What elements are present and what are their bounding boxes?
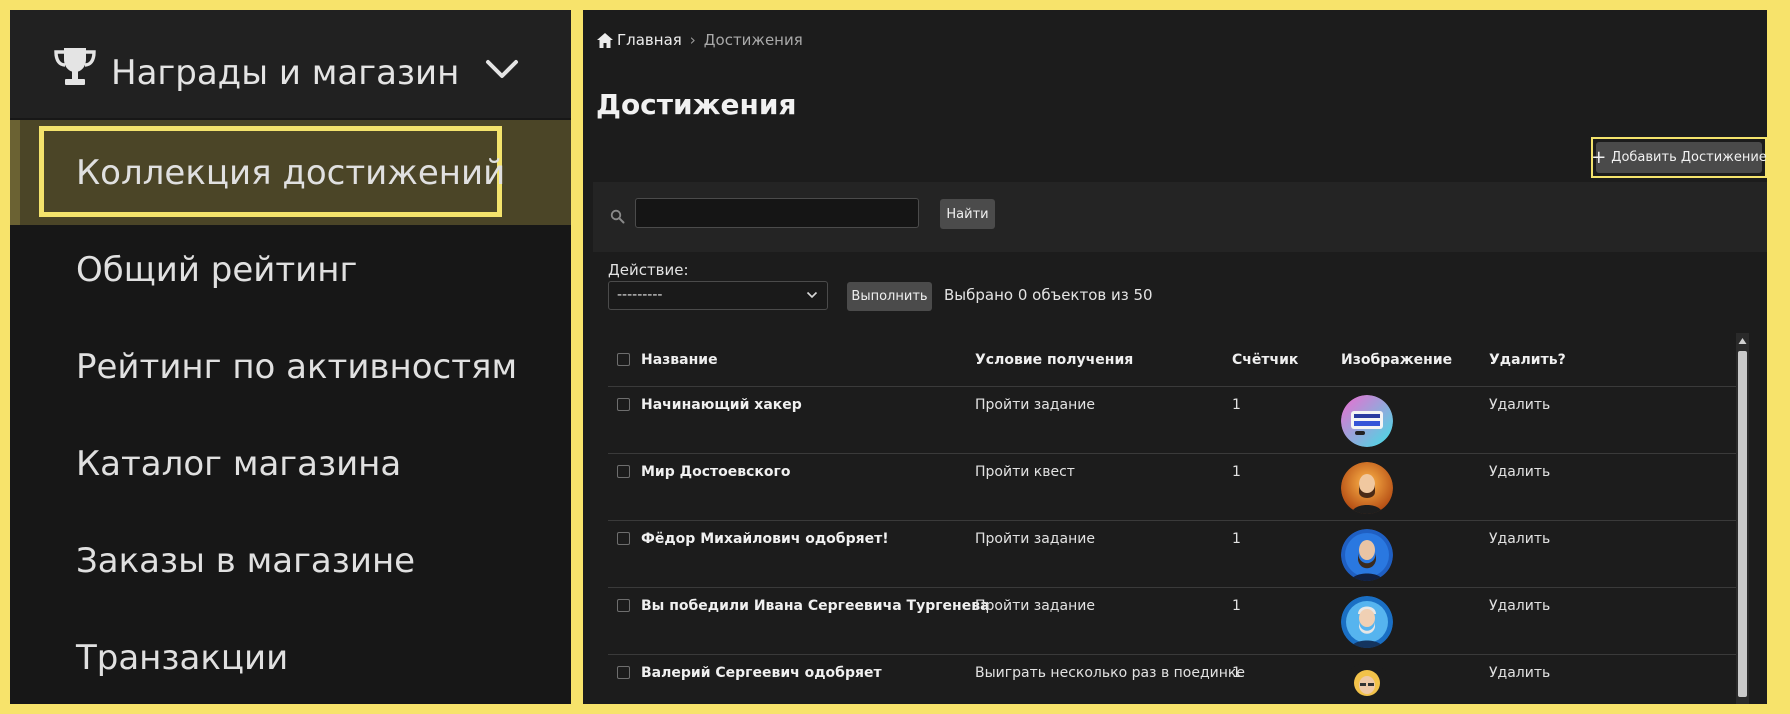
table-row: Валерий Сергеевич одобряет Выиграть неск…: [608, 655, 1736, 704]
row-checkbox[interactable]: [617, 398, 630, 411]
breadcrumb-separator: ›: [689, 31, 696, 49]
sidebar: Награды и магазин Коллекция достижений О…: [10, 10, 571, 704]
page-title: Достижения: [596, 88, 797, 121]
sidebar-group-title: Награды и магазин: [111, 53, 460, 93]
delete-link[interactable]: Удалить: [1489, 397, 1550, 413]
achievement-condition: Выиграть несколько раз в поединке: [975, 665, 1245, 681]
column-header-image: Изображение: [1341, 352, 1453, 368]
achievement-image-dostoevsky-world: [1341, 462, 1393, 514]
achievement-condition: Пройти квест: [975, 464, 1075, 480]
scrollbar-thumb[interactable]: [1738, 351, 1747, 697]
action-label: Действие:: [608, 261, 689, 279]
search-input[interactable]: [635, 198, 919, 228]
action-select-value: ---------: [617, 287, 663, 303]
achievement-name-link[interactable]: Мир Достоевского: [641, 464, 790, 480]
column-header-condition[interactable]: Условие получения: [975, 352, 1133, 368]
sidebar-active-accent: [10, 120, 20, 225]
add-achievement-label: Добавить Достижение: [1611, 150, 1767, 165]
achievement-counter: 1: [1232, 598, 1241, 614]
main-content: Главная › Достижения Достижения + Добави…: [583, 10, 1767, 704]
trophy-icon: [54, 48, 96, 85]
sidebar-item-shop-catalog[interactable]: Каталог магазина: [76, 434, 401, 494]
breadcrumb-current: Достижения: [703, 31, 803, 49]
achievement-name-link[interactable]: Начинающий хакер: [641, 397, 802, 413]
table-row: Фёдор Михайлович одобряет! Пройти задани…: [608, 521, 1736, 588]
achievement-image-hacker: [1341, 395, 1393, 447]
delete-link[interactable]: Удалить: [1489, 598, 1550, 614]
achievements-table: Название Условие получения Счётчик Изобр…: [608, 333, 1749, 704]
column-header-delete: Удалить?: [1489, 352, 1566, 368]
add-achievement-button[interactable]: + Добавить Достижение: [1591, 142, 1767, 173]
table-row: Вы победили Ивана Сергеевича Тургенева П…: [608, 588, 1736, 655]
row-checkbox[interactable]: [617, 599, 630, 612]
search-bar: Найти: [593, 182, 1767, 252]
achievement-image-dostoevsky-approves: [1341, 529, 1393, 581]
table-header: Название Условие получения Счётчик Изобр…: [608, 333, 1736, 387]
sidebar-item-overall-rating[interactable]: Общий рейтинг: [76, 240, 357, 300]
achievement-counter: 1: [1232, 665, 1241, 681]
action-select[interactable]: ---------: [608, 281, 828, 310]
column-header-counter[interactable]: Счётчик: [1232, 352, 1298, 368]
achievement-counter: 1: [1232, 397, 1241, 413]
achievement-image-turgenev: [1341, 596, 1393, 648]
breadcrumb-home-link[interactable]: Главная: [617, 31, 682, 49]
chevron-down-icon[interactable]: [483, 56, 521, 82]
sidebar-item-activity-rating[interactable]: Рейтинг по активностям: [76, 337, 517, 397]
table-row: Мир Достоевского Пройти квест 1 Удалить: [608, 454, 1736, 521]
delete-link[interactable]: Удалить: [1489, 464, 1550, 480]
delete-link[interactable]: Удалить: [1489, 665, 1550, 681]
table-scrollbar[interactable]: [1736, 333, 1749, 704]
sidebar-group-rewards-shop[interactable]: Награды и магазин: [10, 10, 571, 118]
delete-link[interactable]: Удалить: [1489, 531, 1550, 547]
search-button[interactable]: Найти: [940, 199, 995, 229]
achievement-condition: Пройти задание: [975, 397, 1095, 413]
search-icon: [610, 209, 625, 224]
table-row: Начинающий хакер Пройти задание 1 Удалит…: [608, 387, 1736, 454]
sidebar-item-transactions[interactable]: Транзакции: [76, 628, 288, 688]
sidebar-item-achievements-collection[interactable]: Коллекция достижений: [76, 143, 505, 203]
sidebar-item-shop-orders[interactable]: Заказы в магазине: [76, 531, 415, 591]
breadcrumb: Главная › Достижения: [596, 30, 803, 50]
run-action-button[interactable]: Выполнить: [847, 282, 932, 311]
row-checkbox[interactable]: [617, 465, 630, 478]
add-button-highlight: + Добавить Достижение: [1591, 137, 1767, 178]
achievement-condition: Пройти задание: [975, 531, 1095, 547]
achievement-name-link[interactable]: Вы победили Ивана Сергеевича Тургенева: [641, 598, 990, 614]
select-all-checkbox[interactable]: [617, 353, 630, 366]
row-checkbox[interactable]: [617, 532, 630, 545]
achievement-condition: Пройти задание: [975, 598, 1095, 614]
achievement-name-link[interactable]: Фёдор Михайлович одобряет!: [641, 531, 889, 547]
selected-count: Выбрано 0 объектов из 50: [944, 286, 1153, 304]
plus-icon: +: [1591, 146, 1607, 168]
column-header-name[interactable]: Название: [641, 352, 718, 368]
scroll-up-icon[interactable]: [1738, 337, 1747, 345]
achievement-counter: 1: [1232, 464, 1241, 480]
home-icon[interactable]: [596, 32, 614, 49]
achievement-counter: 1: [1232, 531, 1241, 547]
achievement-name-link[interactable]: Валерий Сергеевич одобряет: [641, 665, 882, 681]
row-checkbox[interactable]: [617, 666, 630, 679]
achievement-image-valery: [1341, 663, 1393, 704]
chevron-down-icon: [806, 291, 818, 299]
